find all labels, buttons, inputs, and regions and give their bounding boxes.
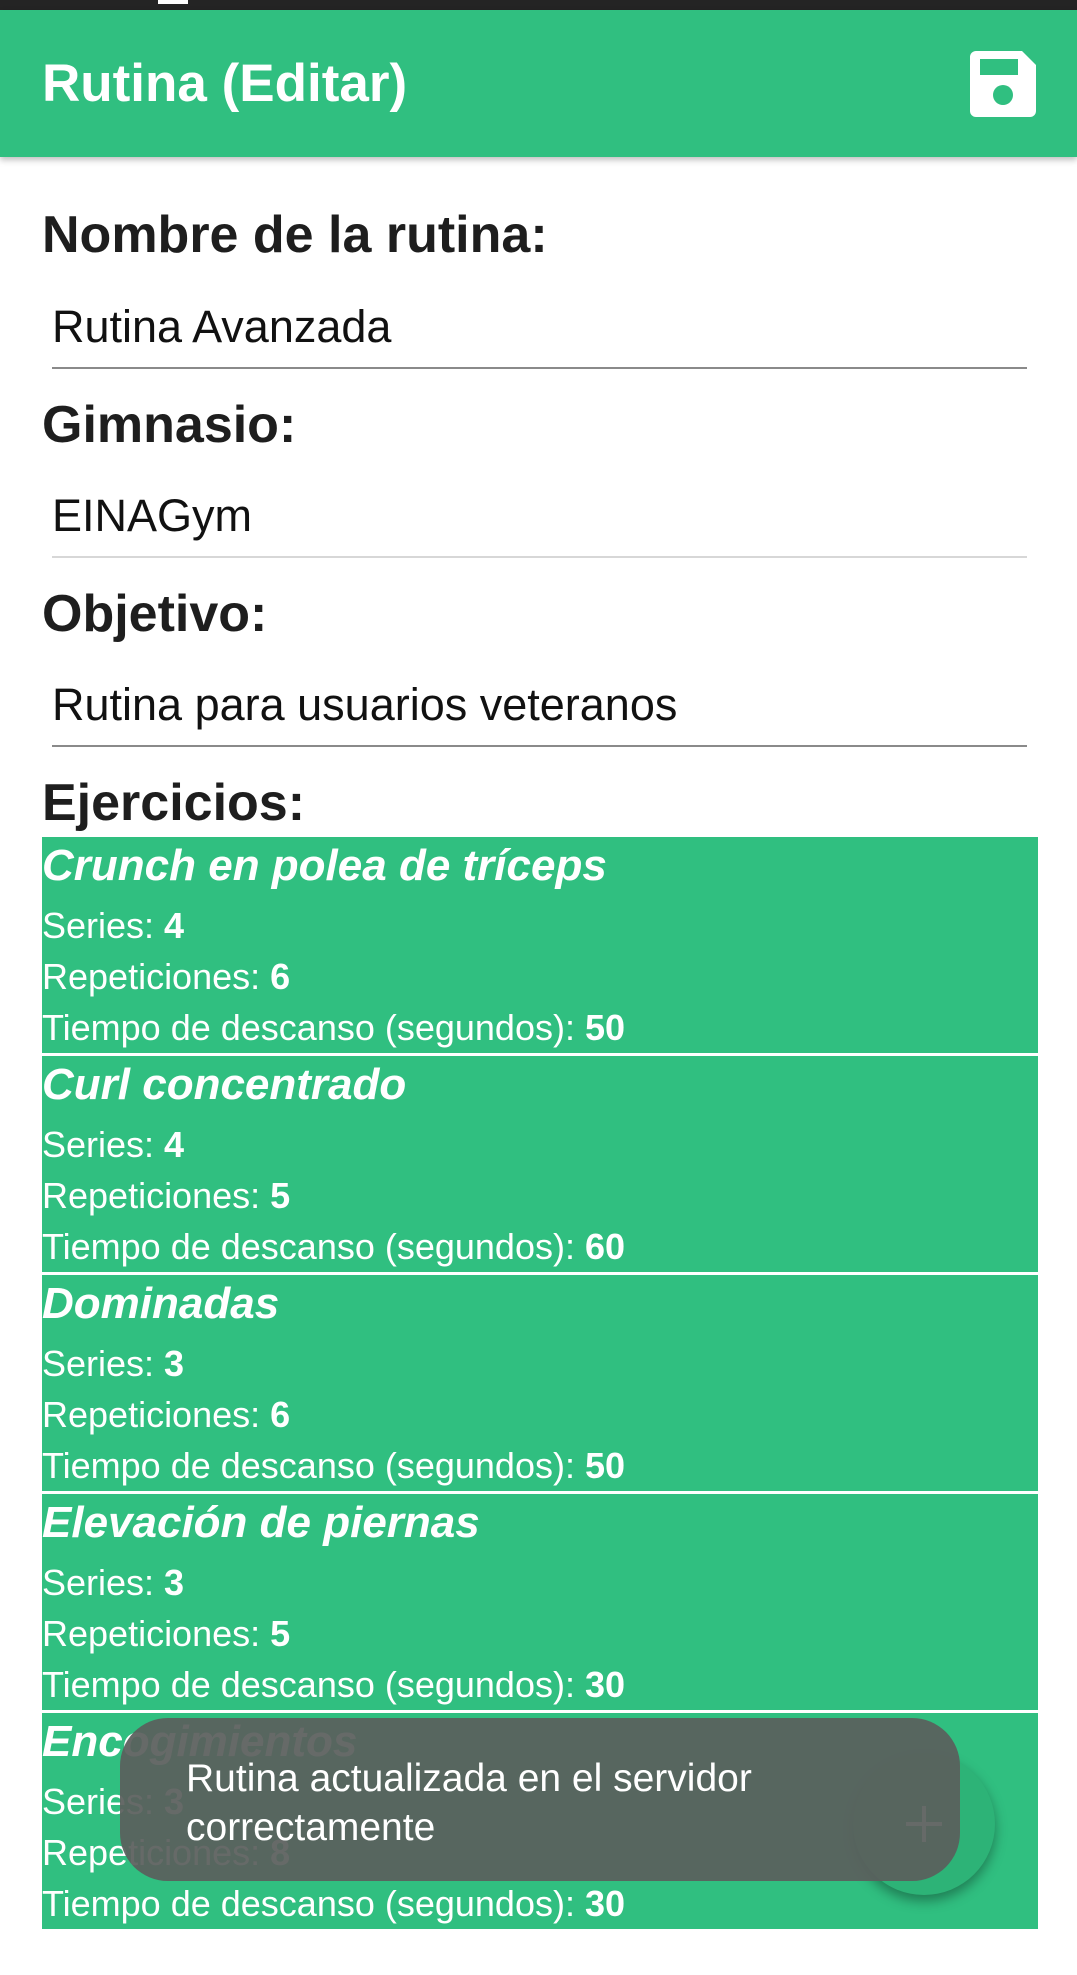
- exercise-descanso: Tiempo de descanso (segundos): 30: [42, 1883, 625, 1925]
- descanso-value: 30: [584, 1883, 626, 1924]
- series-value: 4: [164, 905, 185, 946]
- series-value: 3: [164, 1562, 185, 1603]
- repeticiones-value: 6: [270, 1394, 291, 1435]
- repeticiones-label: Repeticiones:: [42, 1175, 271, 1216]
- objetivo-label: Objetivo:: [42, 585, 268, 643]
- repeticiones-label: Repeticiones:: [42, 1394, 271, 1435]
- exercise-name: Curl concentrado: [42, 1060, 407, 1109]
- descanso-label: Tiempo de descanso (segundos):: [42, 1883, 585, 1924]
- exercise-item[interactable]: Dominadas Series: 3 Repeticiones: 6 Tiem…: [42, 1275, 1038, 1494]
- status-bar: [0, 0, 1077, 10]
- repeticiones-value: 5: [270, 1613, 291, 1654]
- exercise-repeticiones: Repeticiones: 5: [42, 1613, 290, 1655]
- descanso-value: 50: [584, 1445, 626, 1486]
- exercise-item[interactable]: Elevación de piernas Series: 3 Repeticio…: [42, 1494, 1038, 1713]
- exercise-name: Elevación de piernas: [42, 1498, 480, 1547]
- series-value: 3: [164, 1343, 185, 1384]
- exercise-series: Series: 3: [42, 1343, 184, 1385]
- exercise-descanso: Tiempo de descanso (segundos): 60: [42, 1226, 625, 1268]
- exercise-series: Series: 4: [42, 905, 184, 947]
- descanso-value: 50: [584, 1007, 626, 1048]
- exercise-series: Series: 3: [42, 1562, 184, 1604]
- exercise-item[interactable]: Crunch en polea de tríceps Series: 4 Rep…: [42, 837, 1038, 1056]
- repeticiones-label: Repeticiones:: [42, 1613, 271, 1654]
- exercise-series: Series: 4: [42, 1124, 184, 1166]
- descanso-label: Tiempo de descanso (segundos):: [42, 1664, 585, 1705]
- exercise-descanso: Tiempo de descanso (segundos): 50: [42, 1007, 625, 1049]
- series-label: Series:: [42, 1343, 165, 1384]
- exercise-descanso: Tiempo de descanso (segundos): 50: [42, 1445, 625, 1487]
- nombre-label: Nombre de la rutina:: [42, 206, 548, 264]
- app-bar: Rutina (Editar): [0, 10, 1077, 157]
- series-label: Series:: [42, 1562, 165, 1603]
- descanso-label: Tiempo de descanso (segundos):: [42, 1445, 585, 1486]
- gimnasio-label: Gimnasio:: [42, 396, 297, 454]
- status-bar-notification-icon: [158, 0, 188, 4]
- descanso-value: 60: [584, 1226, 626, 1267]
- nombre-field[interactable]: [52, 287, 1027, 369]
- save-button[interactable]: [968, 49, 1038, 119]
- exercise-descanso: Tiempo de descanso (segundos): 30: [42, 1664, 625, 1706]
- exercise-name: Crunch en polea de tríceps: [42, 841, 607, 890]
- repeticiones-value: 6: [270, 956, 291, 997]
- page-title: Rutina (Editar): [42, 54, 408, 113]
- series-label: Series:: [42, 905, 165, 946]
- exercise-repeticiones: Repeticiones: 5: [42, 1175, 290, 1217]
- gimnasio-field[interactable]: [52, 476, 1027, 558]
- exercise-item[interactable]: Curl concentrado Series: 4 Repeticiones:…: [42, 1056, 1038, 1275]
- ejercicios-label: Ejercicios:: [42, 774, 306, 832]
- objetivo-field[interactable]: [52, 665, 1027, 747]
- descanso-label: Tiempo de descanso (segundos):: [42, 1007, 585, 1048]
- exercise-repeticiones: Repeticiones: 6: [42, 1394, 290, 1436]
- exercise-repeticiones: Repeticiones: 6: [42, 956, 290, 998]
- repeticiones-label: Repeticiones:: [42, 956, 271, 997]
- descanso-label: Tiempo de descanso (segundos):: [42, 1226, 585, 1267]
- series-value: 4: [164, 1124, 185, 1165]
- series-label: Series:: [42, 1124, 165, 1165]
- repeticiones-value: 5: [270, 1175, 291, 1216]
- toast-message: Rutina actualizada en el servidor correc…: [120, 1718, 960, 1881]
- floppy-disk-icon: [970, 51, 1036, 117]
- descanso-value: 30: [584, 1664, 626, 1705]
- exercise-name: Dominadas: [42, 1279, 280, 1328]
